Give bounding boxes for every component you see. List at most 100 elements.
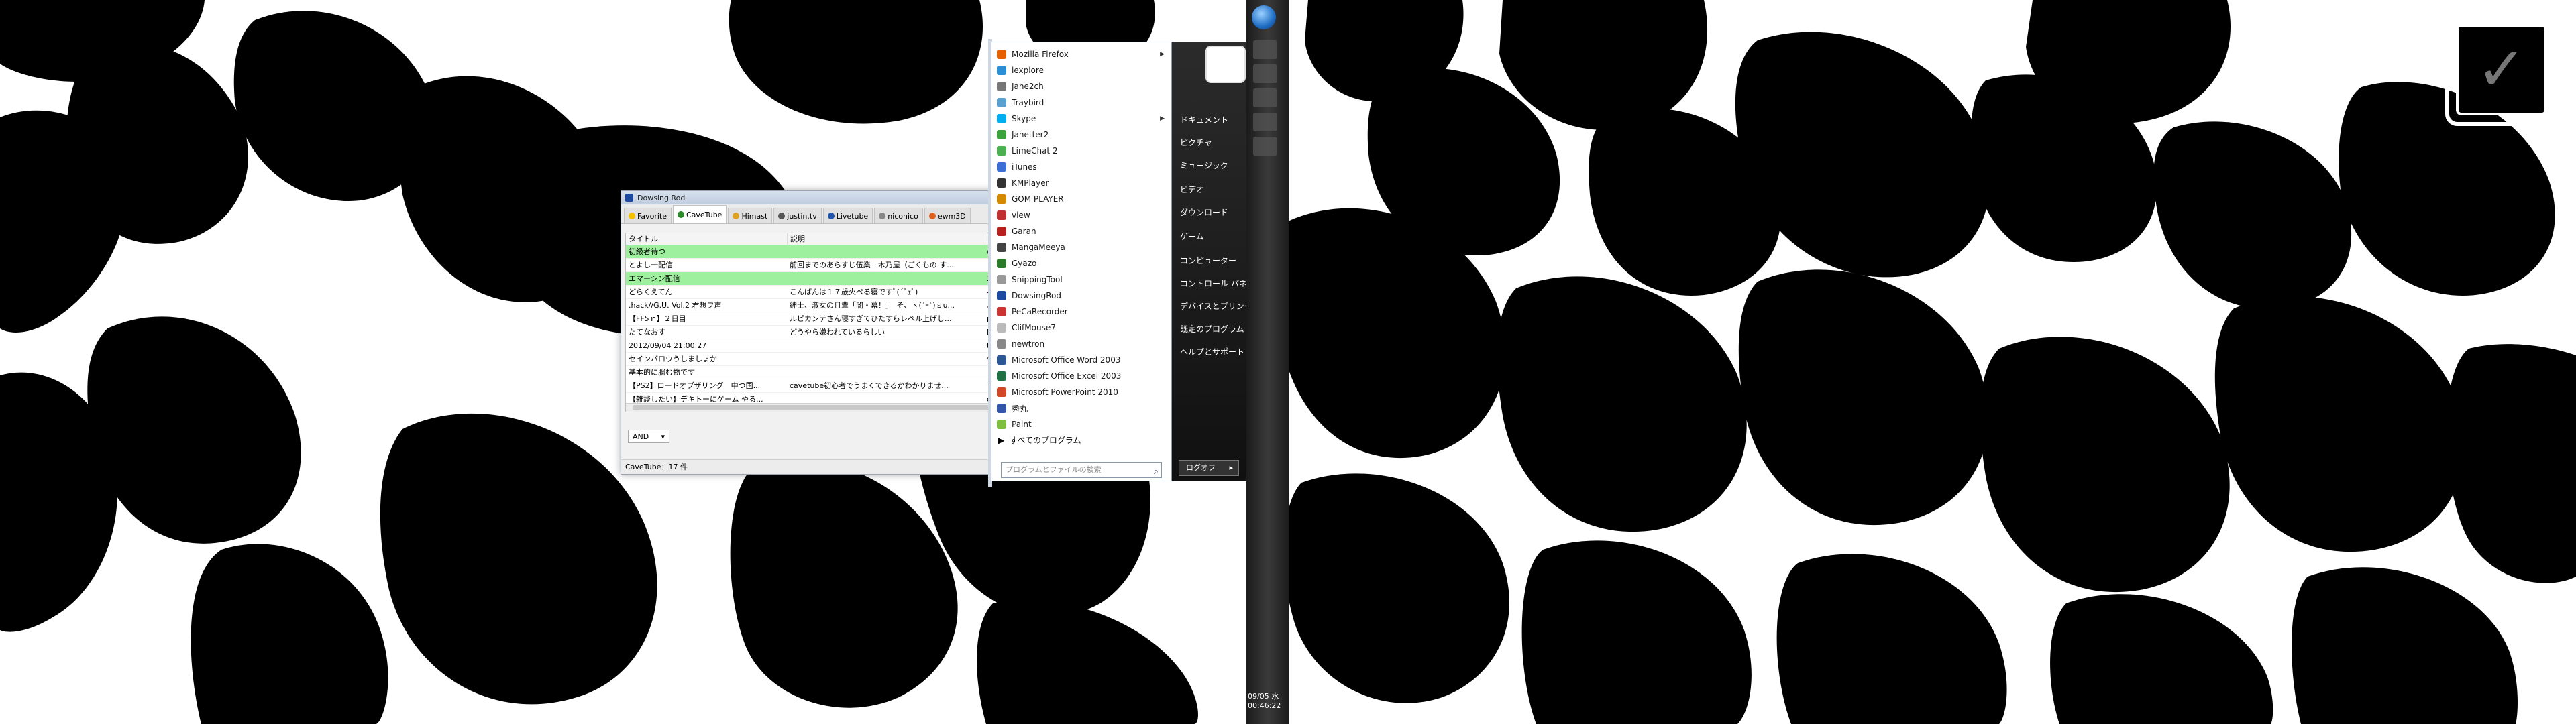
row-description [787, 272, 984, 285]
triangle-right-icon: ▸ [1229, 463, 1233, 472]
place-item[interactable]: ミュージック [1180, 160, 1228, 171]
program-item[interactable]: view [991, 207, 1171, 223]
taskbar-button[interactable] [1253, 88, 1277, 107]
row-title: 基本的に脳む物です [629, 368, 695, 377]
column-title[interactable]: タイトル [626, 233, 788, 245]
place-item[interactable]: ゲーム [1180, 231, 1204, 242]
program-item[interactable]: Janetter2 [991, 127, 1171, 143]
table-row[interactable]: セインバロウうしましょかse [626, 353, 1022, 366]
taskbar-button[interactable] [1253, 113, 1277, 131]
start-menu: Mozilla Firefox ▶ iexplore Jane2ch Traybird S… [988, 39, 1289, 487]
program-icon [997, 291, 1006, 300]
program-icon [997, 162, 1006, 172]
start-orb[interactable] [1252, 5, 1276, 29]
triangle-right-icon: ▶ [998, 435, 1005, 445]
program-icon [997, 66, 1006, 75]
program-label: Microsoft Office Excel 2003 [1012, 371, 1122, 381]
place-item[interactable]: コントロール パネル [1180, 278, 1255, 289]
program-icon [997, 259, 1006, 268]
program-item[interactable]: iTunes [991, 159, 1171, 175]
table-row[interactable]: とよし一配信 前回までのあらすじ伍業 木乃屋（ごくもの す... [626, 259, 1022, 272]
program-item[interactable]: newtron [991, 336, 1171, 352]
cavetube-icon [677, 211, 684, 218]
program-item[interactable]: Jane2ch [991, 78, 1171, 95]
program-icon [997, 178, 1006, 188]
tab-cavetube[interactable]: CaveTube [672, 205, 727, 223]
program-item[interactable]: SnippingTool [991, 272, 1171, 288]
program-item[interactable]: Garan [991, 223, 1171, 239]
program-label: Microsoft PowerPoint 2010 [1012, 387, 1118, 397]
search-input[interactable]: プログラムとファイルの検索 ⌕ [1001, 462, 1162, 478]
program-icon [997, 371, 1006, 381]
program-item[interactable]: KMPlayer [991, 175, 1171, 191]
place-item[interactable]: ピクチャ [1180, 137, 1212, 148]
tab-favorite[interactable]: Favorite [624, 208, 672, 223]
program-item[interactable]: Traybird [991, 95, 1171, 111]
tab-ewm3d[interactable]: ewm3D [924, 208, 971, 223]
place-item[interactable]: ヘルプとサポート [1180, 346, 1244, 357]
program-icon [997, 114, 1006, 123]
dowsing-rod-window: Dowsing Rod Favorite CaveTube Himast jus… [621, 190, 1024, 475]
program-item[interactable]: Microsoft PowerPoint 2010 [991, 384, 1171, 400]
place-item[interactable]: ビデオ [1180, 184, 1204, 195]
table-row[interactable]: 初級者待つcu [626, 245, 1022, 259]
user-avatar[interactable] [1205, 46, 1246, 83]
shutdown-button[interactable]: ログオフ ▸ [1179, 460, 1239, 476]
table-row[interactable]: エマーシン配信エ [626, 272, 1022, 286]
program-item[interactable]: Paint [991, 416, 1171, 432]
program-label: Paint [1012, 420, 1032, 429]
place-item[interactable]: コンピューター [1180, 255, 1236, 266]
horizontal-scrollbar[interactable] [626, 403, 1022, 412]
program-list: Mozilla Firefox ▶ iexplore Jane2ch Traybird S… [991, 42, 1171, 432]
table-row[interactable]: どらくえてんこんばんは１７歳火ぺる寝ですﾟ(´ﾟｪﾟ)ぺ [626, 286, 1022, 299]
tab-himast[interactable]: Himast [728, 208, 773, 223]
taskbar-button[interactable] [1253, 64, 1277, 83]
program-item[interactable]: LimeChat 2 [991, 143, 1171, 159]
program-item[interactable]: Skype ▶ [991, 111, 1171, 127]
program-item[interactable]: Microsoft Office Excel 2003 [991, 368, 1171, 384]
filter-select[interactable]: AND ▾ [628, 430, 669, 443]
app-icon [625, 194, 633, 202]
scrollbar-thumb[interactable] [633, 405, 1008, 410]
table-row[interactable]: 2012/09/04 21:00:27ta [626, 339, 1022, 353]
table-row[interactable]: 【PS2】ロードオブザリング 中つ国... cavetube初心者でうまくできるか… [626, 379, 1022, 393]
checkbox-widget[interactable]: ✓ [2445, 13, 2558, 126]
place-item[interactable]: ドキュメント [1180, 114, 1228, 125]
program-icon [997, 210, 1006, 220]
column-description[interactable]: 説明 [788, 233, 985, 245]
place-item[interactable]: ダウンロード [1180, 206, 1228, 218]
program-item[interactable]: PeCaRecorder [991, 304, 1171, 320]
tab-livetube[interactable]: Livetube [822, 208, 873, 223]
taskbar-button[interactable] [1253, 137, 1277, 156]
program-item[interactable]: ClifMouse7 [991, 320, 1171, 336]
star-icon [629, 213, 635, 219]
program-item[interactable]: DowsingRod [991, 288, 1171, 304]
program-item[interactable]: GOM PLAYER [991, 191, 1171, 207]
window-title: Dowsing Rod [637, 193, 686, 202]
table-row[interactable]: たてなおすどうやら嫌われているらしいRe [626, 326, 1022, 339]
program-item[interactable]: Mozilla Firefox ▶ [991, 46, 1171, 62]
program-item[interactable]: Microsoft Office Word 2003 [991, 352, 1171, 368]
row-title: たてなおす [629, 328, 665, 337]
taskbar: 09/05 水 00:46:22 [1246, 0, 1289, 724]
taskbar-button[interactable] [1253, 40, 1277, 59]
program-icon [997, 323, 1006, 333]
window-titlebar[interactable]: Dowsing Rod [621, 191, 1024, 204]
program-item[interactable]: iexplore [991, 62, 1171, 78]
tab-niconico[interactable]: niconico [874, 208, 923, 223]
program-item[interactable]: Gyazo [991, 255, 1171, 272]
program-label: GOM PLAYER [1012, 194, 1064, 204]
all-programs-button[interactable]: ▶ すべてのプログラム [998, 434, 1081, 446]
tray-date[interactable]: 09/05 水 [1248, 690, 1279, 701]
table-row[interactable]: 【FF5ｒ】２日目ルピカンテさん寝すぎてひたすらレベル上げし...po [626, 312, 1022, 326]
row-title: セインバロウうしましょか [629, 355, 717, 363]
program-label: newtron [1012, 339, 1045, 349]
program-item[interactable]: 秀丸 [991, 400, 1171, 416]
table-row[interactable]: 基本的に脳む物ですし [626, 366, 1022, 379]
place-item[interactable]: 既定のプログラム [1180, 323, 1244, 335]
program-item[interactable]: MangaMeeya [991, 239, 1171, 255]
table-row[interactable]: .hack//G.U. Vol.2 君想フ声 紳士、淑女の且輩「闇・幕！」 そ、ヽ… [626, 299, 1022, 312]
tray-time[interactable]: 00:46:22 [1248, 701, 1281, 710]
row-description: 紳士、淑女の且輩「闇・幕！」 そ、ヽ(´ｰ`)ｓu... [790, 301, 955, 310]
tab-justintv[interactable]: justin.tv [773, 208, 822, 223]
